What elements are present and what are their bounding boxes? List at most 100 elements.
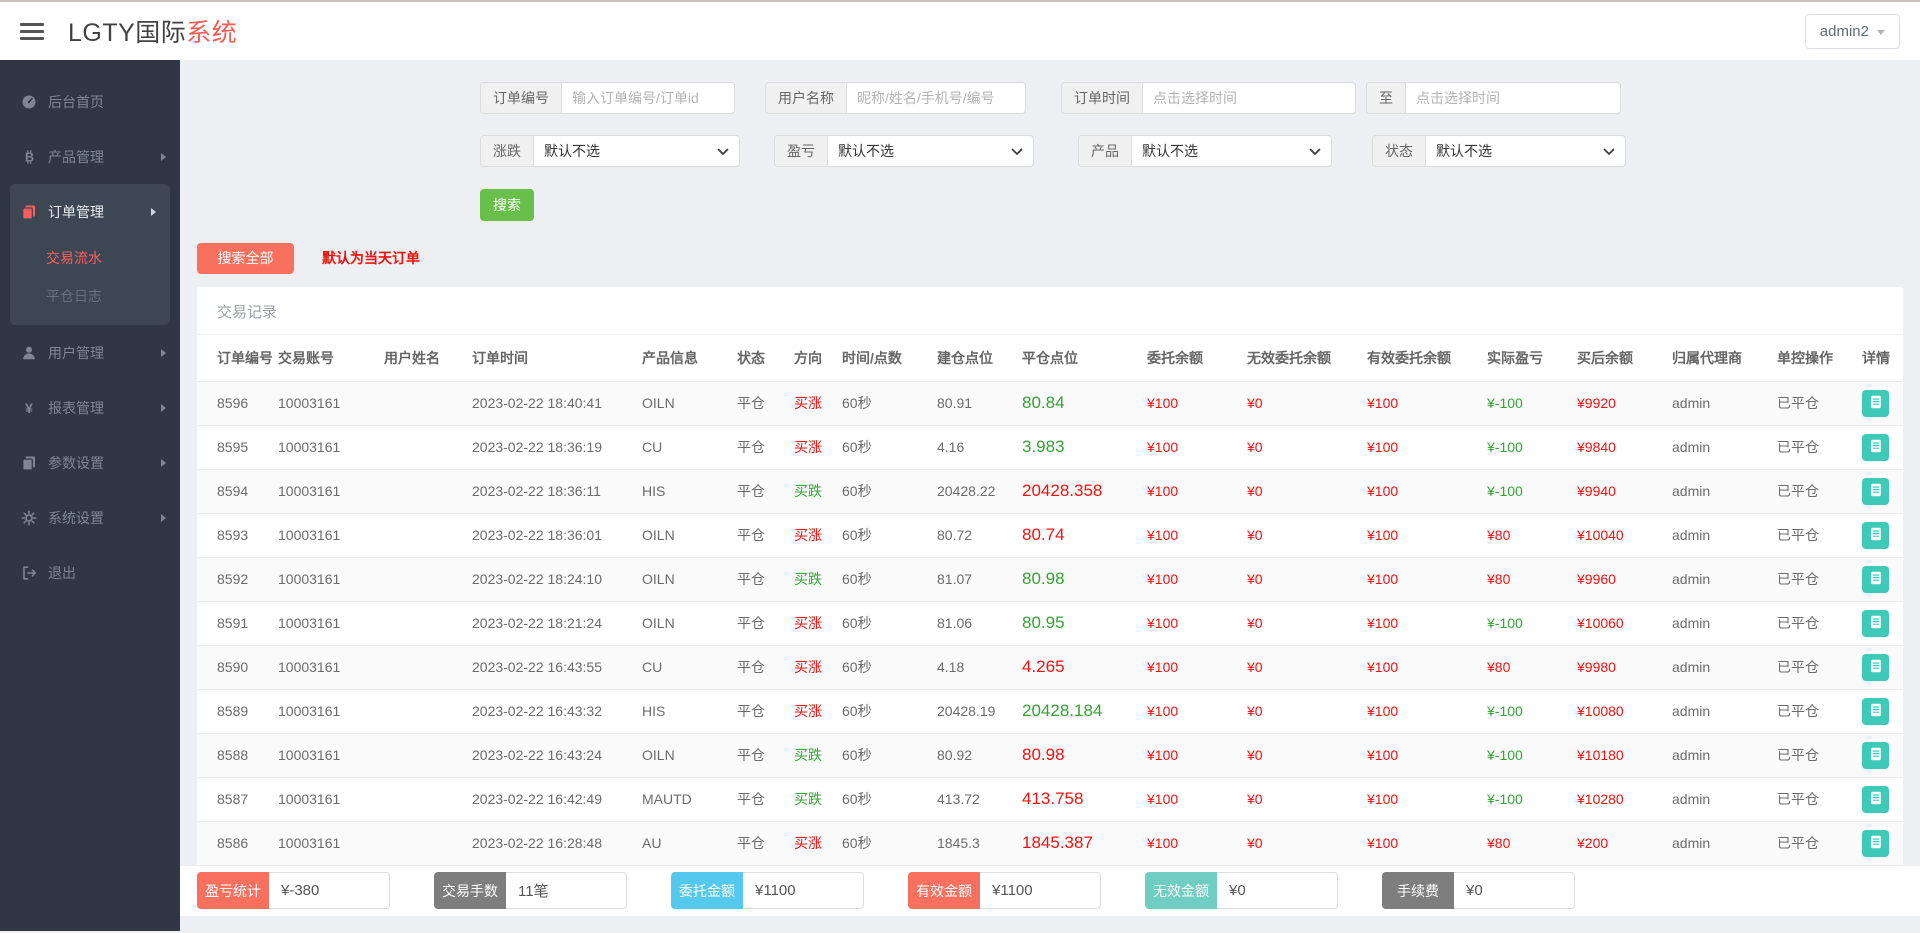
cell-valid-entrust: ¥100 [1361,513,1481,557]
cell-control: 已平仓 [1771,689,1856,733]
sidebar-item-dashboard[interactable]: 后台首页 [0,74,180,129]
cell-order-no: 8595 [197,425,272,469]
cell-account: 10003161 [272,689,378,733]
cell-close-price: 80.98 [1016,557,1141,601]
orders-icon [20,203,38,220]
status-select[interactable]: 默认不选 [1426,136,1625,166]
cell-order-time: 2023-02-22 16:42:49 [466,777,636,821]
sidebar-subitem-trade-flow[interactable]: 交易流水 [10,239,170,277]
detail-button[interactable] [1862,830,1889,857]
detail-icon [1868,834,1884,853]
sidebar-item-products[interactable]: B产品管理 [0,129,180,184]
cell-close-price: 80.74 [1016,513,1141,557]
user-name-filter: 用户名称 [765,82,1026,114]
trade-records-table: 订单编号交易账号用户姓名订单时间产品信息状态方向时间/点数建仓点位平仓点位委托余… [197,335,1903,866]
cell-actual-profit: ¥80 [1481,513,1571,557]
profit-select[interactable]: 默认不选 [828,136,1033,166]
detail-button[interactable] [1862,698,1889,725]
cell-agent: admin [1666,733,1771,777]
order-no-label: 订单编号 [481,83,562,113]
sidebar-item-orders[interactable]: 订单管理 [10,184,170,239]
column-header: 订单时间 [466,335,636,382]
cell-control: 已平仓 [1771,645,1856,689]
brand-accent: 系统 [186,19,237,47]
detail-icon [1868,614,1884,633]
cell-valid-entrust: ¥100 [1361,601,1481,645]
cell-control: 已平仓 [1771,425,1856,469]
search-all-button[interactable]: 搜索全部 [197,243,294,274]
detail-button[interactable] [1862,786,1889,813]
cell-account: 10003161 [272,425,378,469]
sidebar-item-system[interactable]: 系统设置 [0,490,180,545]
cell-control: 已平仓 [1771,601,1856,645]
sidebar-subitem-close-log[interactable]: 平仓日志 [10,277,170,315]
svg-text:¥: ¥ [25,400,33,416]
detail-button[interactable] [1862,390,1889,417]
cell-invalid-entrust: ¥0 [1241,733,1361,777]
column-header: 用户姓名 [378,335,466,382]
cell-open-price: 4.18 [931,645,1016,689]
updown-select[interactable]: 默认不选 [534,136,739,166]
order-no-input[interactable] [562,83,734,113]
detail-button[interactable] [1862,522,1889,549]
detail-button[interactable] [1862,654,1889,681]
cell-invalid-entrust: ¥0 [1241,601,1361,645]
cell-valid-entrust: ¥100 [1361,733,1481,777]
cell-duration: 60秒 [836,601,931,645]
cell-open-price: 4.16 [931,425,1016,469]
cell-agent: admin [1666,513,1771,557]
column-header: 产品信息 [636,335,731,382]
cell-balance-after: ¥9840 [1571,425,1666,469]
detail-button[interactable] [1862,742,1889,769]
cell-product: MAUTD [636,777,731,821]
cell-status: 平仓 [731,645,788,689]
menu-toggle-icon[interactable] [20,19,44,44]
user-name-input[interactable] [847,83,1025,113]
cell-customer-name [378,469,466,513]
sidebar-item-logout[interactable]: 退出 [0,545,180,600]
detail-icon [1868,658,1884,677]
detail-button[interactable] [1862,566,1889,593]
cell-customer-name [378,777,466,821]
detail-icon [1868,482,1884,501]
cell-duration: 60秒 [836,425,931,469]
order-time-start-input[interactable] [1143,83,1355,113]
cell-entrust-balance: ¥100 [1141,689,1241,733]
detail-button[interactable] [1862,478,1889,505]
detail-button[interactable] [1862,610,1889,637]
summary-invalid-amount: 无效金额¥0 [1145,872,1338,909]
cell-entrust-balance: ¥100 [1141,513,1241,557]
cell-balance-after: ¥9960 [1571,557,1666,601]
cell-account: 10003161 [272,557,378,601]
chevron-right-icon [151,208,156,216]
search-button[interactable]: 搜索 [480,189,534,221]
cell-customer-name [378,821,466,865]
sidebar-item-users[interactable]: 用户管理 [0,325,180,380]
brand-primary: LGTY国际 [68,19,186,47]
detail-button[interactable] [1862,434,1889,461]
updown-filter: 涨跌默认不选 [480,135,740,167]
sidebar-item-reports[interactable]: ¥报表管理 [0,380,180,435]
column-header: 平仓点位 [1016,335,1141,382]
cell-account: 10003161 [272,469,378,513]
sidebar-item-params[interactable]: 参数设置 [0,435,180,490]
cell-actual-profit: ¥-100 [1481,425,1571,469]
cell-entrust-balance: ¥100 [1141,557,1241,601]
cell-control: 已平仓 [1771,777,1856,821]
cell-product: HIS [636,469,731,513]
cell-entrust-balance: ¥100 [1141,645,1241,689]
product-select[interactable]: 默认不选 [1132,136,1331,166]
column-header: 买后余额 [1571,335,1666,382]
cell-account: 10003161 [272,645,378,689]
order-time-end-filter: 至 [1366,82,1621,114]
user-menu-button[interactable]: admin2 [1805,14,1900,49]
cell-customer-name [378,425,466,469]
cell-actual-profit: ¥-100 [1481,601,1571,645]
cell-agent: admin [1666,601,1771,645]
cell-balance-after: ¥9980 [1571,645,1666,689]
order-time-end-input[interactable] [1406,83,1620,113]
cell-duration: 60秒 [836,381,931,425]
table-row: 8594100031612023-02-22 18:36:11HIS平仓买跌60… [197,469,1903,513]
summary-label: 交易手数 [434,872,506,909]
cell-control: 已平仓 [1771,557,1856,601]
